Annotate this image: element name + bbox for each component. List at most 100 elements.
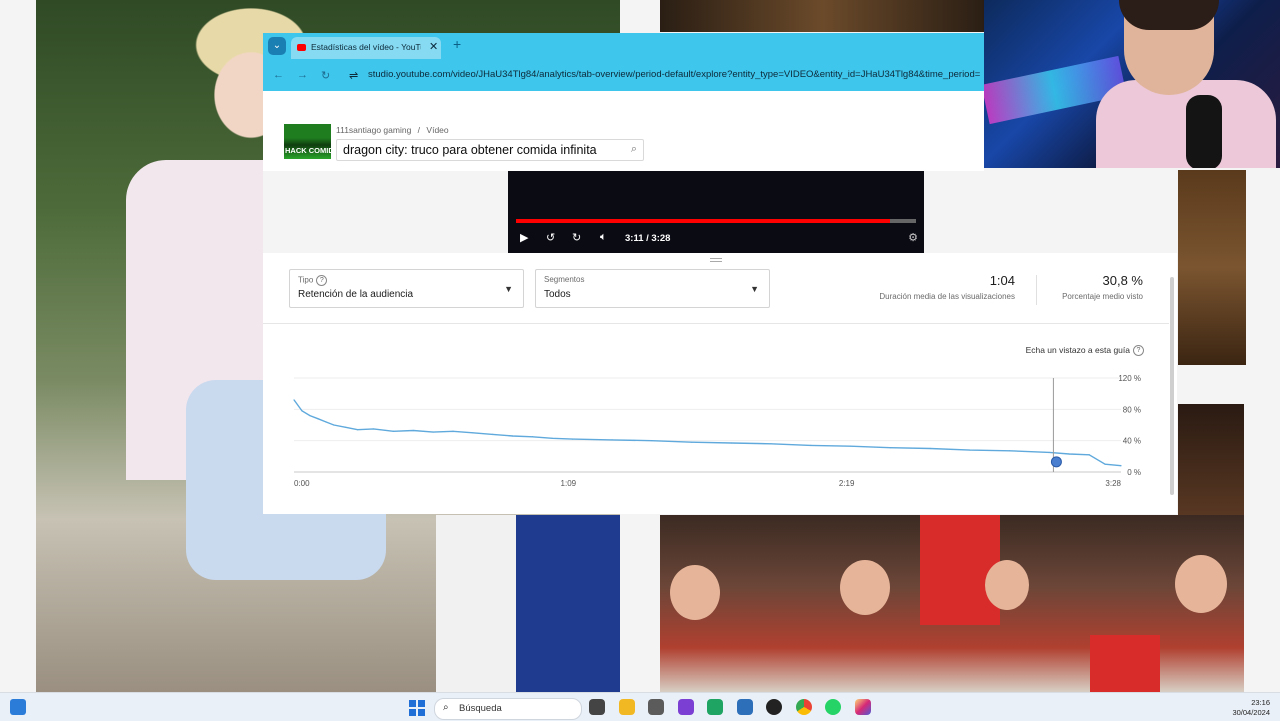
tab-bar: ⌄ Estadísticas del vídeo - YouTube ✕ + (263, 33, 984, 59)
file-explorer-icon[interactable] (619, 699, 635, 715)
back-icon[interactable]: ← (273, 69, 284, 81)
data-point (492, 433, 494, 435)
app-icon[interactable] (766, 699, 782, 715)
site-info-icon[interactable]: ⇌ (349, 69, 358, 82)
data-point (345, 426, 347, 428)
data-point (810, 444, 812, 446)
data-point (372, 428, 375, 430)
data-point (889, 447, 891, 449)
clock-date: 30/04/2024 (1232, 708, 1270, 717)
data-point (571, 438, 573, 440)
data-point (770, 443, 772, 445)
widgets-icon[interactable] (10, 699, 26, 715)
studio-header: HACK COMIDA 111santiago gaming / Vídeo d… (263, 91, 984, 171)
data-point (317, 418, 319, 420)
tab-list-button[interactable]: ⌄ (268, 37, 286, 55)
data-point (301, 410, 303, 412)
photo-top-right (660, 0, 985, 32)
thumbnail-text: HACK COMIDA (285, 146, 340, 155)
data-point (1068, 453, 1070, 455)
instagram-icon[interactable] (855, 699, 871, 715)
app-icon[interactable] (648, 699, 664, 715)
app-icon[interactable] (707, 699, 723, 715)
progress-bar[interactable] (516, 219, 916, 223)
family-photo-bottom (660, 515, 1244, 692)
settings-gear-icon[interactable]: ⚙ (908, 231, 918, 244)
breadcrumb-separator: / (417, 125, 421, 135)
data-point (309, 415, 311, 417)
data-point (611, 439, 613, 441)
tab-video-stats[interactable]: Estadísticas del vídeo - YouTube ✕ (291, 37, 441, 59)
data-point (1009, 450, 1011, 452)
cursor-marker (1050, 456, 1062, 468)
data-point (325, 421, 327, 423)
forward-10-icon[interactable]: ↻ (572, 231, 581, 244)
volume-icon[interactable]: 🔈︎ (600, 231, 607, 244)
y-tick-label: 120 % (1118, 374, 1141, 383)
app-icon[interactable] (678, 699, 694, 715)
search-icon: ⌕ (443, 702, 449, 713)
data-point (1048, 451, 1051, 454)
player-time: 3:11 / 3:28 (625, 233, 671, 244)
breadcrumb-channel[interactable]: 111santiago gaming (336, 125, 411, 135)
data-point (551, 437, 554, 439)
data-point (1104, 463, 1106, 465)
start-icon[interactable] (409, 700, 425, 716)
reload-icon[interactable]: ↻ (321, 69, 330, 82)
taskbar-search-text: Búsqueda (459, 703, 502, 714)
data-point (333, 424, 335, 426)
video-thumbnail[interactable]: HACK COMIDA (284, 124, 339, 159)
taskbar-search[interactable]: ⌕ Búsqueda (434, 698, 582, 720)
search-icon[interactable]: ⌕ (631, 143, 637, 156)
scrollbar[interactable] (1170, 277, 1174, 495)
url-text[interactable]: studio.youtube.com/video/JHaU34Tlg84/ana… (368, 69, 980, 80)
forward-icon[interactable]: → (297, 69, 308, 81)
data-point (850, 445, 852, 447)
task-view-icon[interactable] (589, 699, 605, 715)
data-point (512, 435, 514, 437)
data-point (929, 447, 931, 450)
play-icon[interactable]: ▶ (520, 231, 528, 244)
y-tick-label: 0 % (1127, 468, 1141, 477)
data-point (472, 432, 474, 434)
x-tick-label: 0:00 (294, 479, 310, 488)
whatsapp-icon[interactable] (825, 699, 841, 715)
data-point (293, 399, 295, 401)
x-tick-label: 3:28 (1105, 479, 1121, 488)
data-point (531, 436, 534, 438)
data-point (452, 430, 454, 432)
data-point (1088, 454, 1090, 456)
data-point (651, 440, 653, 442)
data-point (1120, 465, 1122, 467)
system-clock: 23:16 30/04/2024 (1232, 698, 1270, 718)
y-tick-label: 80 % (1123, 405, 1141, 414)
data-point (969, 449, 971, 451)
rewind-icon[interactable]: ↺ (546, 231, 555, 244)
youtube-icon (297, 44, 306, 51)
browser-window: ⌄ Estadísticas del vídeo - YouTube ✕ + ←… (263, 33, 984, 91)
data-point (412, 429, 414, 432)
breadcrumb-section[interactable]: Vídeo (426, 125, 448, 135)
breadcrumb: 111santiago gaming / Vídeo (336, 125, 449, 135)
data-point (357, 429, 359, 431)
video-title: dragon city: truco para obtener comida i… (343, 143, 597, 157)
app-icon[interactable] (737, 699, 753, 715)
y-tick-label: 40 % (1123, 437, 1141, 446)
data-point (730, 442, 732, 444)
data-point (432, 431, 434, 433)
close-tab-icon[interactable]: ✕ (429, 40, 438, 53)
video-selector[interactable]: dragon city: truco para obtener comida i… (336, 139, 644, 161)
x-tick-label: 2:19 (839, 479, 855, 488)
x-tick-label: 1:09 (561, 479, 577, 488)
data-point (690, 441, 693, 443)
chrome-icon[interactable] (796, 699, 812, 715)
webcam-overlay (984, 0, 1280, 168)
address-bar[interactable]: ← → ↻ ⇌ studio.youtube.com/video/JHaU34T… (263, 60, 984, 91)
retention-chart[interactable]: 120 % 80 % 40 % 0 % 0:00 1:09 2:19 3:28 (263, 253, 1169, 514)
data-point (392, 430, 394, 432)
clock-time: 23:16 (1251, 698, 1270, 707)
taskbar: ⌕ Búsqueda 23:16 30/04/2024 (0, 692, 1280, 721)
new-tab-button[interactable]: + (453, 36, 461, 52)
video-player[interactable]: ▶ ↺ ↻ 🔈︎ 3:11 / 3:28 ⚙ (508, 171, 924, 253)
photo-right-1 (1178, 170, 1246, 365)
